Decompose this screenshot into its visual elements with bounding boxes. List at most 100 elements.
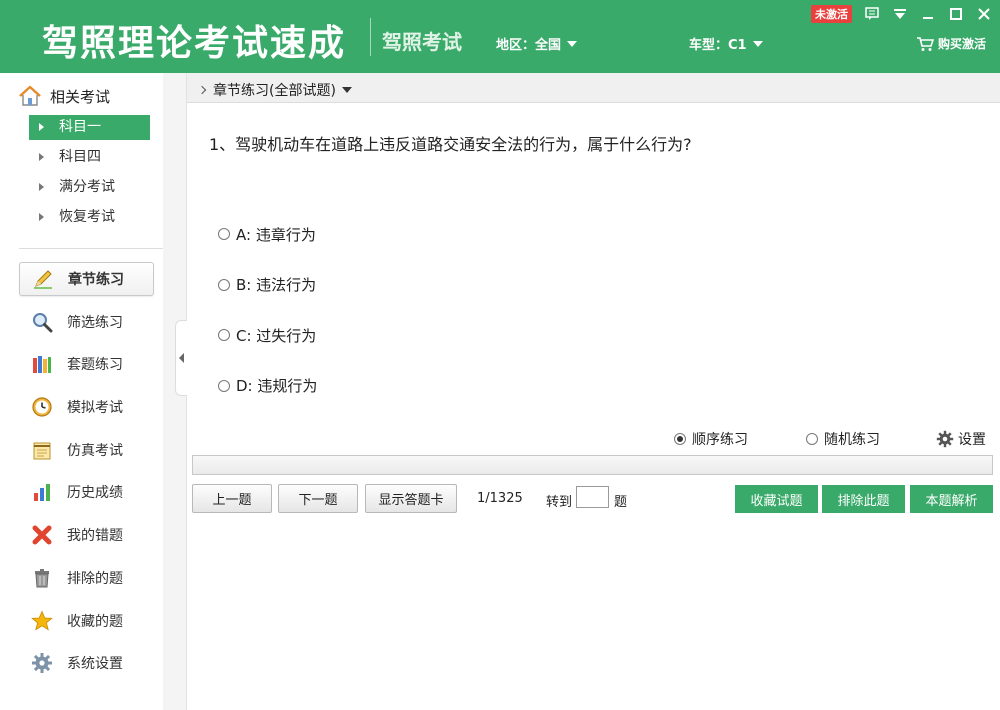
option-a[interactable]: A: 违章行为 (218, 222, 317, 246)
nav-item-system-settings[interactable]: 系统设置 (19, 646, 154, 680)
related-exams-label: 相关考试 (50, 87, 111, 106)
region-label: 地区：全国 (496, 38, 562, 53)
option-c[interactable]: C: 过失行为 (218, 323, 317, 347)
nav-item-history-scores[interactable]: 历史成绩 (19, 475, 154, 509)
nav-label: 收藏的题 (67, 613, 123, 630)
bar-chart-icon (34, 484, 50, 502)
nav-label: 系统设置 (67, 656, 123, 673)
sequential-mode-radio[interactable] (674, 433, 686, 445)
exclude-question-button[interactable]: 排除此题 (822, 485, 905, 513)
nav-item-simulation-exam[interactable]: 仿真考试 (19, 433, 154, 467)
pencil-icon (34, 270, 52, 289)
minimize-icon[interactable] (920, 6, 936, 22)
option-b-label: B: 违法行为 (236, 276, 317, 294)
maximize-icon[interactable] (948, 6, 964, 22)
buy-activate-label: 购买激活 (937, 37, 986, 51)
nav-item-my-mistakes[interactable]: 我的错题 (19, 518, 154, 552)
nav-label: 章节练习 (68, 272, 124, 288)
option-a-label: A: 违章行为 (236, 225, 316, 244)
option-d[interactable]: D: 违规行为 (218, 374, 317, 398)
chevron-down-icon (341, 87, 352, 93)
chapter-selector[interactable]: 章节练习(全部试题) (197, 80, 352, 100)
window-controls: 未激活 (811, 4, 992, 24)
goto-suffix: 题 (614, 495, 628, 510)
option-d-label: D: 违规行为 (236, 377, 318, 395)
exam-list: 科目一 科目四 满分考试 恢复考试 (29, 115, 150, 235)
option-d-radio[interactable] (218, 379, 230, 392)
question-text: 1、驾驶机动车在道路上违反道路交通安全法的行为，属于什么行为? (209, 135, 692, 154)
nav-item-filter-practice[interactable]: 筛选练习 (19, 305, 154, 339)
app-subtitle: 驾照考试 (382, 30, 462, 54)
clock-icon (32, 397, 52, 417)
close-icon[interactable] (976, 6, 992, 22)
prev-question-button[interactable]: 上一题 (192, 484, 272, 513)
notepad-icon (33, 442, 51, 460)
exam-item-subject-four[interactable]: 科目四 (29, 145, 150, 170)
breadcrumb: 章节练习(全部试题) (187, 73, 1000, 103)
answer-options: A: 违章行为 B: 违法行为 C: 过失行为 D: 违规行为 (218, 222, 317, 424)
region-dropdown[interactable]: 地区：全国 (496, 34, 578, 53)
trash-icon (35, 568, 49, 588)
gear-icon (936, 430, 954, 448)
nav-label: 套题练习 (67, 357, 123, 374)
sidebar-collapse-handle[interactable] (175, 320, 187, 396)
option-b-radio[interactable] (218, 278, 230, 291)
nav-label: 仿真考试 (67, 442, 123, 459)
option-a-radio[interactable] (218, 228, 230, 240)
sidebar: 相关考试 科目一 科目四 满分考试 恢复考试 章节练习 筛选练习 套题练习 模拟… (0, 73, 168, 710)
option-c-label: C: 过失行为 (236, 326, 317, 345)
gear-icon (32, 653, 52, 674)
magnifier-icon (33, 312, 53, 333)
header-divider (370, 18, 371, 56)
books-icon (33, 356, 51, 374)
title-bar: 驾照理论考试速成 驾照考试 地区：全国 车型：C1 未激活 购买激活 (0, 0, 1000, 73)
chevron-down-icon (752, 41, 763, 47)
question-analysis-button[interactable]: 本题解析 (910, 485, 993, 513)
activation-badge[interactable]: 未激活 (811, 5, 852, 23)
sidebar-nav: 章节练习 筛选练习 套题练习 模拟考试 仿真考试 历史成绩 我的错题 排除的题 (19, 262, 154, 689)
progress-bar (192, 455, 993, 475)
settings-label: 设置 (958, 432, 986, 448)
sidebar-divider (19, 248, 168, 249)
exam-item-full-score[interactable]: 满分考试 (29, 175, 150, 200)
settings-button[interactable]: 设置 (936, 429, 986, 449)
option-b[interactable]: B: 违法行为 (218, 273, 317, 297)
star-icon (31, 609, 53, 630)
nav-label: 模拟考试 (67, 400, 123, 417)
nav-item-excluded-questions[interactable]: 排除的题 (19, 561, 154, 595)
random-mode-radio[interactable] (806, 433, 818, 445)
goto-question-input[interactable] (576, 486, 609, 508)
goto-label: 转到 (546, 495, 573, 510)
cartype-label: 车型：C1 (689, 38, 747, 53)
chevron-down-icon (567, 41, 578, 47)
menu-icon[interactable] (892, 6, 908, 22)
nav-item-favorite-questions[interactable]: 收藏的题 (19, 604, 154, 638)
buy-activate-button[interactable]: 购买激活 (916, 35, 986, 52)
show-answer-card-button[interactable]: 显示答题卡 (365, 484, 457, 513)
exam-item-subject-one[interactable]: 科目一 (29, 115, 150, 140)
exam-item-recovery[interactable]: 恢复考试 (29, 205, 150, 230)
option-c-radio[interactable] (218, 329, 230, 341)
random-mode-label: 随机练习 (824, 432, 880, 448)
nav-item-set-practice[interactable]: 套题练习 (19, 347, 154, 381)
sequential-mode-option[interactable]: 顺序练习 (674, 429, 748, 449)
breadcrumb-label: 章节练习(全部试题) (213, 83, 336, 99)
chevron-right-icon (197, 85, 207, 95)
app-title: 驾照理论考试速成 (42, 23, 347, 64)
sequential-mode-label: 顺序练习 (692, 432, 748, 448)
nav-label: 历史成绩 (67, 485, 123, 502)
nav-label: 我的错题 (67, 528, 123, 545)
nav-item-chapter-practice[interactable]: 章节练习 (19, 262, 154, 296)
nav-label: 排除的题 (67, 570, 123, 587)
question-counter: 1/1325 (477, 491, 523, 506)
next-question-button[interactable]: 下一题 (278, 484, 358, 513)
nav-item-mock-exam[interactable]: 模拟考试 (19, 390, 154, 424)
home-icon (19, 85, 41, 106)
feedback-icon[interactable] (864, 6, 880, 22)
favorite-question-button[interactable]: 收藏试题 (735, 485, 818, 513)
cartype-dropdown[interactable]: 车型：C1 (689, 34, 763, 53)
red-x-icon (32, 525, 52, 545)
cart-icon (916, 36, 934, 51)
related-exams-heading: 相关考试 (18, 85, 110, 107)
random-mode-option[interactable]: 随机练习 (806, 429, 880, 449)
